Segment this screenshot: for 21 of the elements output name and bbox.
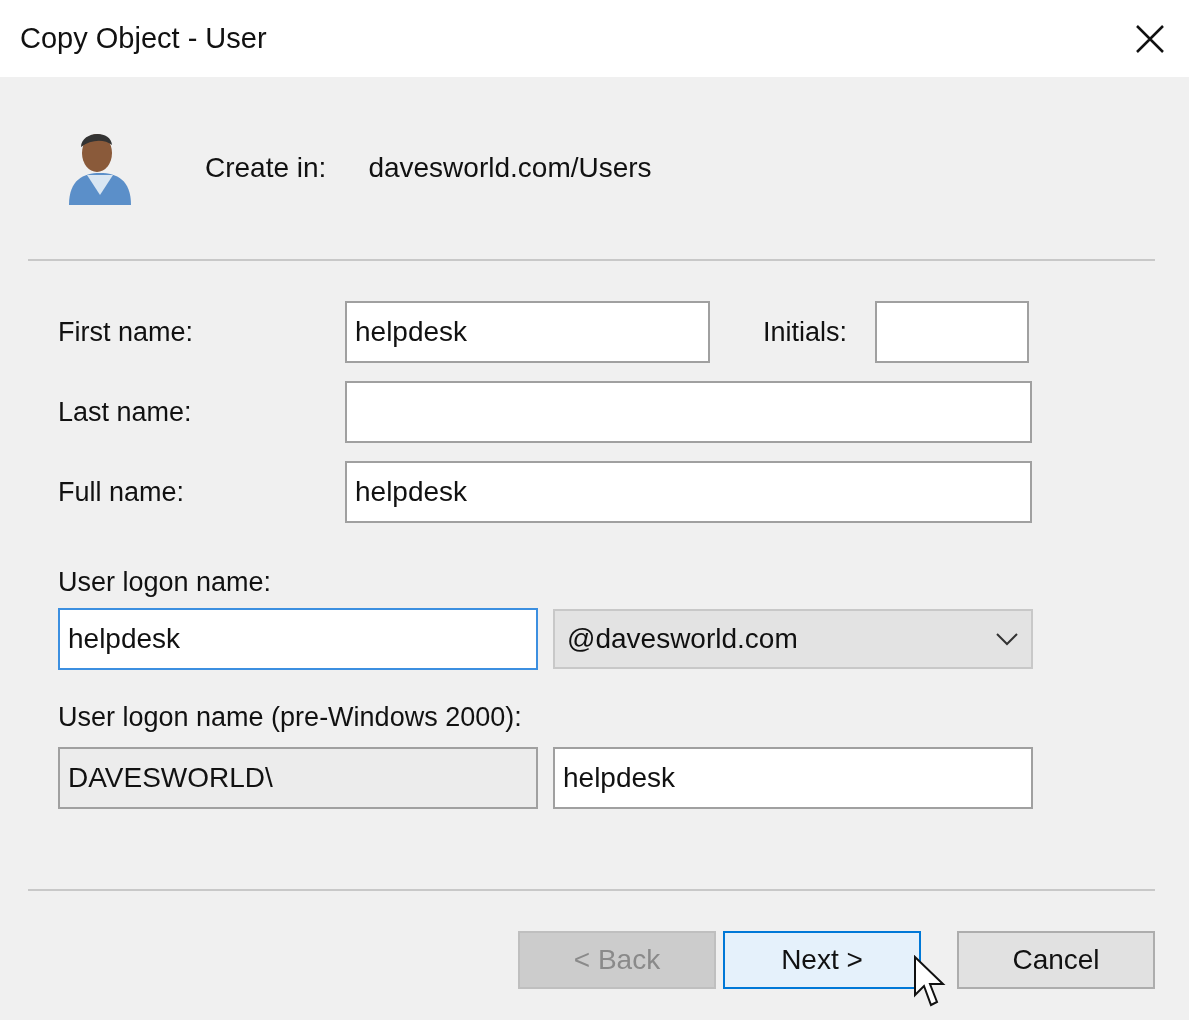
full-name-field[interactable]: helpdesk <box>345 461 1032 523</box>
close-icon[interactable] <box>1135 23 1165 54</box>
logon-name-field[interactable]: helpdesk <box>58 608 538 670</box>
first-name-field[interactable]: helpdesk <box>345 301 710 363</box>
dialog-button[interactable]: Next > <box>723 931 921 989</box>
window-title: Copy Object - User <box>20 22 267 55</box>
dialog-button[interactable]: Cancel <box>957 931 1155 989</box>
create-in-path: davesworld.com/Users <box>368 152 652 184</box>
field-label: User logon name: <box>58 567 272 598</box>
last-name-field[interactable] <box>345 381 1032 443</box>
field-label: Full name: <box>58 476 186 508</box>
pre-windows-name-field[interactable]: helpdesk <box>553 747 1033 809</box>
field-label: First name: <box>58 316 195 348</box>
field-label: User logon name (pre-Windows 2000): <box>58 702 522 733</box>
field-label: Last name: <box>58 396 193 428</box>
domain-dropdown[interactable]: @davesworld.com <box>553 609 1033 669</box>
create-in-label: Create in: <box>205 152 327 184</box>
field-label: Initials: <box>763 316 848 348</box>
pointer-cursor-icon <box>913 955 947 1009</box>
initials-field[interactable] <box>875 301 1030 363</box>
chevron-icon <box>995 632 1019 646</box>
